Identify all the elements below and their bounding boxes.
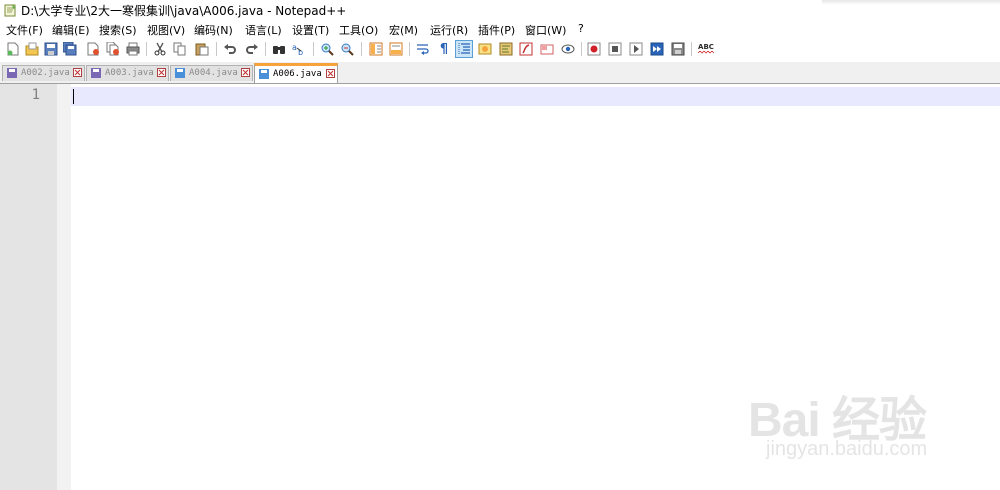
file-saved-icon bbox=[91, 68, 101, 78]
window-title: D:\大学专业\2大一寒假集训\java\A006.java - Notepad… bbox=[21, 4, 347, 18]
menu-help[interactable]: ? bbox=[578, 22, 584, 35]
tab-close-icon[interactable] bbox=[326, 69, 335, 78]
show-all-chars-icon[interactable]: ¶ bbox=[436, 41, 452, 57]
menu-settings[interactable]: 设置(T) bbox=[292, 22, 329, 38]
toolbar-separator bbox=[216, 42, 217, 56]
record-macro-icon[interactable] bbox=[586, 41, 602, 57]
redo-icon[interactable] bbox=[244, 41, 260, 57]
title-bar: D:\大学专业\2大一寒假集训\java\A006.java - Notepad… bbox=[0, 0, 1000, 20]
menu-macro[interactable]: 宏(M) bbox=[389, 22, 418, 38]
sync-horizontal-icon[interactable] bbox=[388, 41, 404, 57]
notepad-app-icon bbox=[4, 4, 16, 17]
line-number-gutter: 1 bbox=[0, 84, 57, 490]
menu-language[interactable]: 语言(L) bbox=[245, 22, 282, 38]
monitoring-icon[interactable] bbox=[560, 41, 576, 57]
toolbar-separator bbox=[361, 42, 362, 56]
menu-view[interactable]: 视图(V) bbox=[147, 22, 185, 38]
run-macro-multiple-icon[interactable] bbox=[649, 41, 665, 57]
menu-run[interactable]: 运行(R) bbox=[430, 22, 468, 38]
toolbar-separator bbox=[313, 42, 314, 56]
text-caret bbox=[73, 89, 74, 104]
toolbar-separator bbox=[581, 42, 582, 56]
tab-a003[interactable]: A003.java bbox=[86, 65, 169, 81]
paste-icon[interactable] bbox=[194, 41, 210, 57]
zoom-out-icon[interactable] bbox=[339, 41, 355, 57]
close-all-icon[interactable] bbox=[105, 41, 121, 57]
menu-bar: 文件(F) 编辑(E) 搜索(S) 视图(V) 编码(N) 语言(L) 设置(T… bbox=[0, 20, 1000, 38]
print-icon[interactable] bbox=[125, 41, 141, 57]
menu-encoding[interactable]: 编码(N) bbox=[194, 22, 233, 38]
baidu-watermark: Bai 经验 jingyan.baidu.com bbox=[748, 380, 958, 470]
tab-label: A006.java bbox=[273, 69, 322, 79]
function-list-icon[interactable] bbox=[518, 41, 534, 57]
title-bar-shadow bbox=[822, 0, 1000, 5]
toolbar-separator bbox=[691, 42, 692, 56]
watermark-url: jingyan.baidu.com bbox=[766, 438, 928, 460]
toolbar-separator bbox=[265, 42, 266, 56]
line-number: 1 bbox=[31, 87, 40, 103]
tab-label: A004.java bbox=[189, 68, 238, 78]
document-tab-bar: A002.java A003.java A004.java A006.java bbox=[0, 62, 1000, 84]
undo-icon[interactable] bbox=[222, 41, 238, 57]
file-saved-icon bbox=[259, 69, 269, 79]
menu-tools[interactable]: 工具(O) bbox=[339, 22, 378, 38]
tab-close-icon[interactable] bbox=[157, 68, 166, 77]
word-wrap-icon[interactable] bbox=[415, 41, 431, 57]
stop-record-icon[interactable] bbox=[607, 41, 623, 57]
fold-margin[interactable] bbox=[57, 84, 71, 490]
cut-icon[interactable] bbox=[152, 41, 168, 57]
save-icon[interactable] bbox=[43, 41, 59, 57]
menu-edit[interactable]: 编辑(E) bbox=[52, 22, 90, 38]
tab-close-icon[interactable] bbox=[73, 68, 82, 77]
sync-vertical-icon[interactable] bbox=[368, 41, 384, 57]
find-icon[interactable] bbox=[271, 41, 287, 57]
toolbar-separator bbox=[409, 42, 410, 56]
new-file-icon[interactable] bbox=[5, 41, 21, 57]
doc-map-icon[interactable] bbox=[498, 41, 514, 57]
save-all-icon[interactable] bbox=[62, 41, 78, 57]
close-icon[interactable] bbox=[85, 41, 101, 57]
menu-plugins[interactable]: 插件(P) bbox=[478, 22, 515, 38]
menu-search[interactable]: 搜索(S) bbox=[99, 22, 137, 38]
copy-icon[interactable] bbox=[172, 41, 188, 57]
toolbar-separator bbox=[146, 42, 147, 56]
open-file-icon[interactable] bbox=[24, 41, 40, 57]
zoom-in-icon[interactable] bbox=[319, 41, 335, 57]
indent-guide-icon[interactable] bbox=[455, 40, 473, 58]
file-saved-icon bbox=[175, 68, 185, 78]
current-line-highlight[interactable] bbox=[71, 87, 1000, 106]
folder-workspace-icon[interactable] bbox=[539, 41, 555, 57]
tab-a004[interactable]: A004.java bbox=[170, 65, 253, 81]
tab-a006[interactable]: A006.java bbox=[254, 63, 338, 83]
tab-label: A003.java bbox=[105, 68, 154, 78]
file-saved-icon bbox=[7, 68, 17, 78]
spell-check-label: ABC bbox=[698, 43, 714, 51]
tab-a002[interactable]: A002.java bbox=[2, 65, 85, 81]
spell-check-icon[interactable]: ABC bbox=[697, 41, 715, 57]
replace-icon[interactable]: ab bbox=[291, 41, 307, 57]
svg-text:a: a bbox=[292, 43, 297, 52]
tab-close-icon[interactable] bbox=[241, 68, 250, 77]
play-macro-icon[interactable] bbox=[628, 41, 644, 57]
menu-file[interactable]: 文件(F) bbox=[6, 22, 43, 38]
tab-label: A002.java bbox=[21, 68, 70, 78]
toolbar: ab ¶ ABC bbox=[0, 38, 1000, 60]
menu-window[interactable]: 窗口(W) bbox=[525, 22, 566, 38]
save-macro-icon[interactable] bbox=[670, 41, 686, 57]
user-language-icon[interactable] bbox=[477, 41, 493, 57]
